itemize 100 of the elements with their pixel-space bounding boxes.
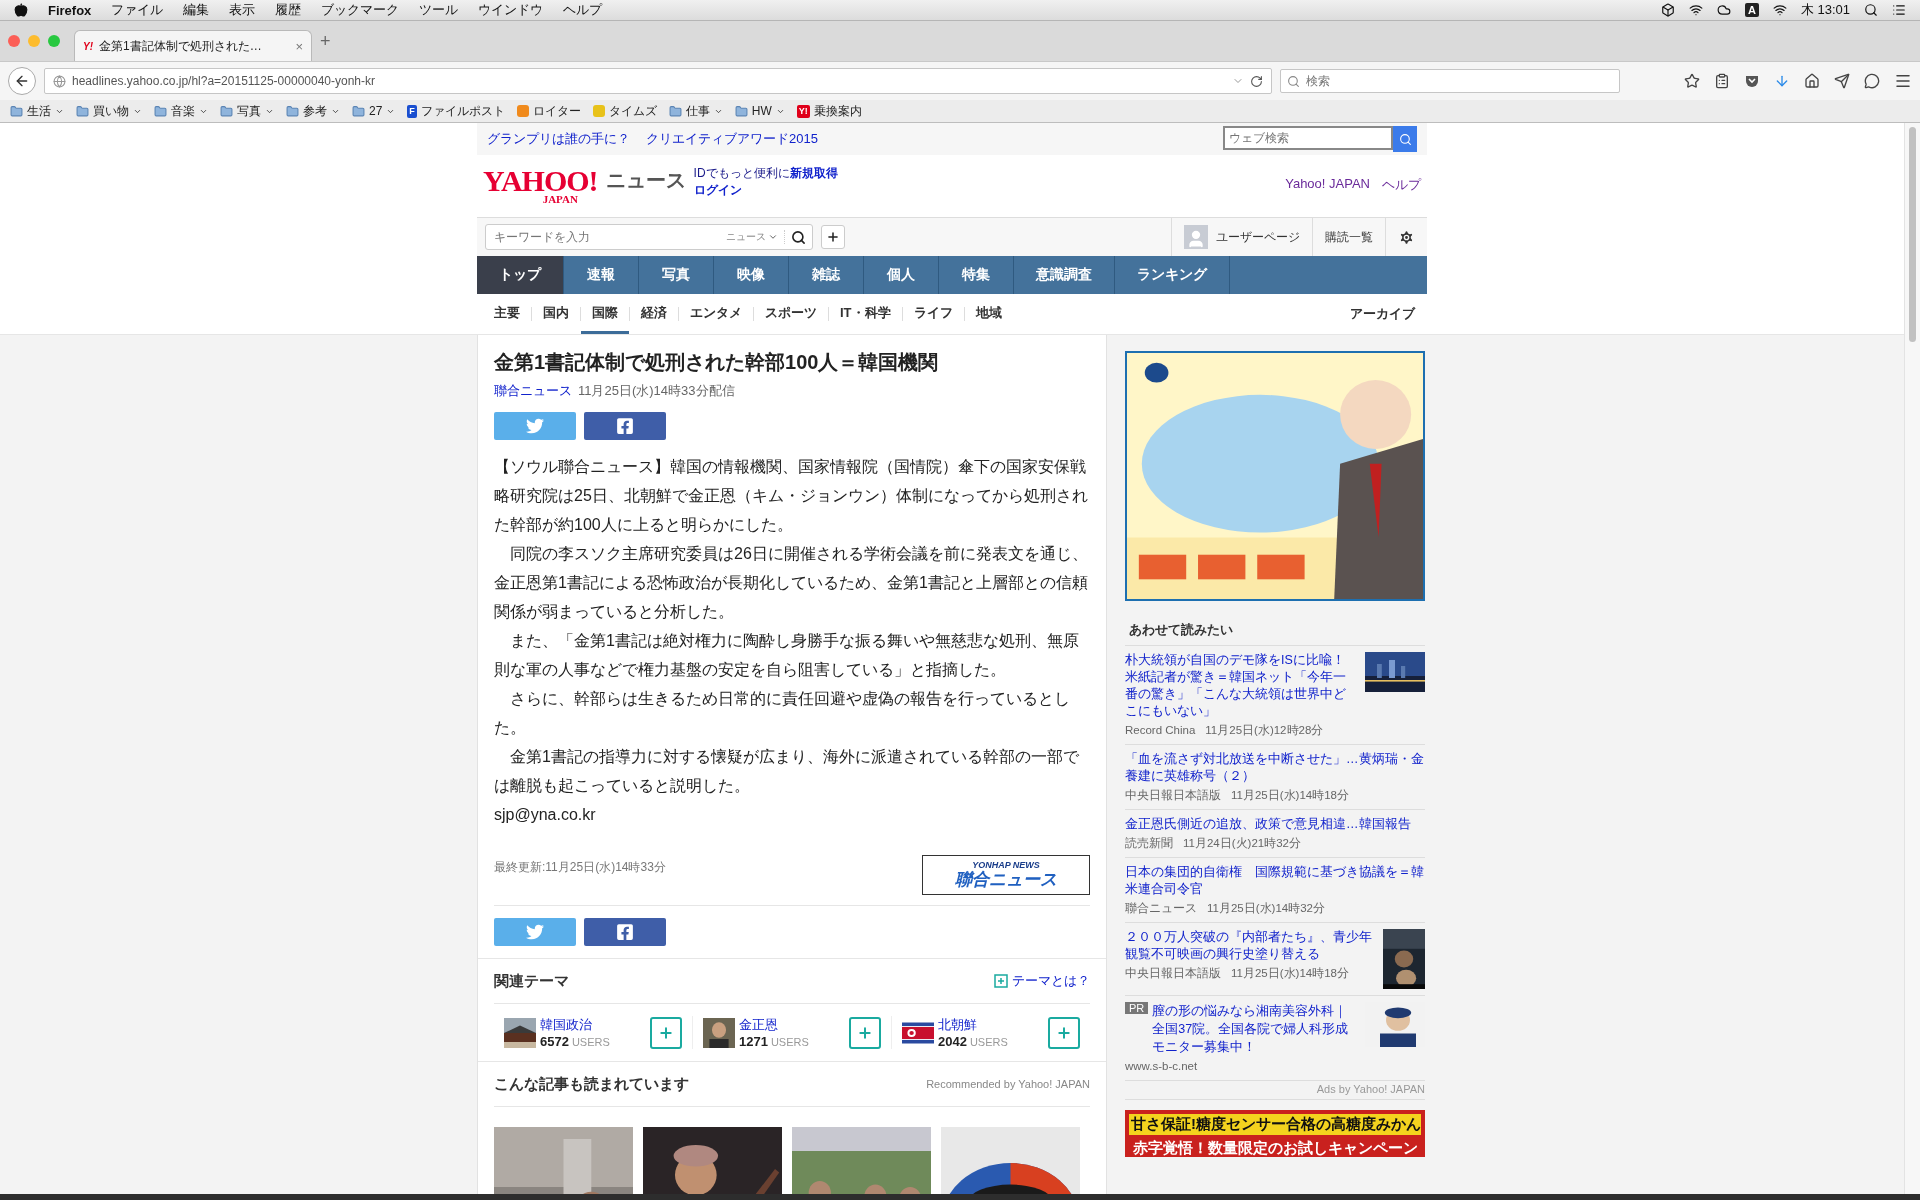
category-tab[interactable]: 地域 bbox=[964, 294, 1013, 334]
ad-link[interactable]: 膣の形の悩みなら湘南美容外科｜全国37院。全国各院で婦人科形成モニター募集中！ bbox=[1152, 1002, 1357, 1056]
app-menu[interactable]: Firefox bbox=[48, 2, 92, 18]
download-icon[interactable] bbox=[1774, 73, 1790, 89]
publish-date: 11月25日(水)14時33分配信 bbox=[578, 382, 735, 400]
category-tab[interactable]: スポーツ bbox=[754, 294, 828, 334]
nav-tab[interactable]: 映像 bbox=[714, 256, 789, 294]
wifi-icon[interactable] bbox=[1772, 3, 1787, 17]
scrollbar[interactable] bbox=[1904, 123, 1920, 1194]
reload-icon[interactable] bbox=[1250, 74, 1263, 88]
bookmark-item[interactable]: 生活 bbox=[10, 102, 64, 120]
category-tab[interactable]: 主要 bbox=[483, 294, 531, 334]
menu-icon[interactable] bbox=[1894, 72, 1912, 90]
category-tab[interactable]: IT・科学 bbox=[829, 294, 902, 334]
source-link[interactable]: 聯合ニュース bbox=[494, 382, 572, 400]
signal-icon[interactable] bbox=[1688, 3, 1703, 17]
search-field[interactable]: 検索 bbox=[1280, 69, 1620, 93]
send-icon[interactable] bbox=[1834, 73, 1850, 89]
logo-text[interactable]: YAHOO! bbox=[483, 165, 598, 196]
apple-icon[interactable] bbox=[14, 3, 28, 17]
bookmark-item[interactable]: 27 bbox=[352, 104, 396, 118]
category-tab[interactable]: 経済 bbox=[630, 294, 678, 334]
category-tab[interactable]: 国内 bbox=[532, 294, 580, 334]
follow-button[interactable] bbox=[849, 1016, 881, 1049]
address-field[interactable]: headlines.yahoo.co.jp/hl?a=20151125-00000040-yonh-kr bbox=[44, 68, 1272, 94]
nav-tab[interactable]: 特集 bbox=[939, 256, 1014, 294]
web-search-field[interactable]: ウェブ検索 bbox=[1223, 126, 1393, 150]
theme-link[interactable]: 韓国政治 bbox=[540, 1016, 646, 1034]
nav-tab[interactable]: 写真 bbox=[639, 256, 714, 294]
ad-banner[interactable]: 甘さ保証!糖度センサー合格の高糖度みかん 赤字覚悟！数量限定のお試しキャンペーン bbox=[1125, 1110, 1425, 1157]
bookmark-item[interactable]: タイムズ bbox=[592, 102, 657, 120]
box-icon[interactable] bbox=[1660, 3, 1675, 17]
last-updated: 最終更新:11月25日(水)14時33分 bbox=[494, 859, 666, 876]
shield-icon[interactable] bbox=[1744, 73, 1760, 89]
scope-dropdown[interactable]: ニュース bbox=[720, 230, 785, 244]
site-icon: Y! bbox=[796, 104, 810, 118]
bookmark-item[interactable]: Y! 乗換案内 bbox=[796, 102, 862, 120]
ads-credit: Ads by Yahoo! JAPAN bbox=[1125, 1081, 1425, 1100]
browser-tab[interactable]: Y! 金第1書記体制で処刑された… × bbox=[74, 30, 312, 61]
cloud-icon[interactable] bbox=[1716, 3, 1731, 17]
search-input[interactable]: 検索 bbox=[1306, 71, 1613, 91]
bookmark-item[interactable]: 買い物 bbox=[76, 102, 142, 120]
keyword-field[interactable]: キーワードを入力 ニュース bbox=[485, 224, 813, 250]
header-link[interactable]: Yahoo! JAPAN bbox=[1285, 176, 1370, 194]
menu-item[interactable]: ツール bbox=[419, 1, 459, 19]
menu-item[interactable]: 表示 bbox=[229, 1, 256, 19]
bookmark-item[interactable]: ロイター bbox=[516, 102, 581, 120]
signup-link[interactable]: 新規取得 bbox=[789, 165, 838, 182]
theme-link[interactable]: 金正恩 bbox=[739, 1016, 845, 1034]
category-tab[interactable]: ライフ bbox=[902, 294, 964, 334]
tab-close[interactable]: × bbox=[295, 38, 303, 54]
chat-icon[interactable] bbox=[1864, 73, 1880, 89]
themes-help-link[interactable]: テーマとは？ bbox=[994, 972, 1090, 990]
login-link[interactable]: ログイン bbox=[693, 182, 838, 199]
list-icon[interactable] bbox=[1892, 3, 1906, 17]
menu-item[interactable]: 編集 bbox=[183, 1, 210, 19]
bookmark-item[interactable]: HW bbox=[734, 104, 785, 118]
clock[interactable]: 木 13:01 bbox=[1800, 1, 1850, 19]
header-link[interactable]: ヘルプ bbox=[1382, 176, 1421, 194]
nav-tab[interactable]: ランキング bbox=[1115, 256, 1230, 294]
bookmark-item[interactable]: 音楽 bbox=[154, 102, 208, 120]
nav-tab[interactable]: 個人 bbox=[864, 256, 939, 294]
menu-item[interactable]: ヘルプ bbox=[563, 1, 603, 19]
promo-link[interactable]: クリエイティブアワード2015 bbox=[646, 130, 818, 148]
back-button[interactable] bbox=[8, 67, 36, 95]
menu-item[interactable]: 履歴 bbox=[275, 1, 302, 19]
nav-tab[interactable]: 雑誌 bbox=[789, 256, 864, 294]
bookmark-item[interactable]: 参考 bbox=[286, 102, 340, 120]
nav-tab[interactable]: 意識調査 bbox=[1014, 256, 1115, 294]
search-icon[interactable] bbox=[1864, 3, 1878, 17]
related-article-link[interactable]: ２００万人突破の『内部者たち』、青少年観覧不可映画の興行史塗り替える bbox=[1125, 929, 1375, 963]
new-tab-button[interactable]: + bbox=[320, 30, 331, 52]
bookmark-item[interactable]: 仕事 bbox=[668, 102, 723, 120]
promo-link[interactable]: グランプリは誰の手に？ bbox=[487, 130, 630, 148]
theme-link[interactable]: 北朝鮮 bbox=[938, 1016, 1044, 1034]
facebook-share-button[interactable] bbox=[584, 412, 666, 440]
input-mode-indicator[interactable]: A bbox=[1744, 3, 1759, 17]
nav-tab[interactable]: トップ bbox=[477, 256, 564, 294]
related-article-link[interactable]: 金正恩氏側近の追放、政策で意見相違…韓国報告 bbox=[1125, 816, 1425, 833]
clipboard-icon[interactable] bbox=[1714, 73, 1730, 89]
archive-link[interactable]: アーカイブ bbox=[1350, 305, 1421, 323]
bookmark-item[interactable]: 写真 bbox=[220, 102, 274, 120]
menu-item[interactable]: ウインドウ bbox=[478, 1, 544, 19]
agency-logo[interactable]: YONHAP NEWS 聯合ニュース bbox=[922, 855, 1090, 895]
category-tab[interactable]: エンタメ bbox=[679, 294, 753, 334]
follow-button[interactable] bbox=[650, 1016, 682, 1049]
add-button[interactable] bbox=[821, 225, 845, 249]
facebook-share-button[interactable] bbox=[584, 918, 666, 946]
bookmark-item[interactable]: F ファイルポスト bbox=[407, 102, 505, 120]
plus-icon bbox=[857, 1024, 873, 1041]
nav-tab[interactable]: 速報 bbox=[564, 256, 639, 294]
related-article-link[interactable]: 日本の集団的自衛権 国際規範に基づき協議を＝韓米連合司令官 bbox=[1125, 864, 1425, 898]
menu-item[interactable]: ブックマーク bbox=[321, 1, 400, 19]
related-article-link[interactable]: 朴大統領が自国のデモ隊をISに比喩！米紙記者が驚き＝韓国ネット「今年一番の驚き」「こんな大統領は世界中どこにもいない」 bbox=[1125, 652, 1357, 720]
related-article-link[interactable]: 「血を流さず対北放送を中断させた」…黄炳瑞・金養建に英雄称号（２） bbox=[1125, 751, 1425, 785]
menu-item[interactable]: ファイル bbox=[111, 1, 164, 19]
bookmark-star-icon[interactable] bbox=[1684, 73, 1700, 89]
logo-subtext[interactable]: JAPAN bbox=[542, 193, 578, 205]
home-icon[interactable] bbox=[1804, 73, 1820, 89]
follow-button[interactable] bbox=[1048, 1016, 1080, 1049]
